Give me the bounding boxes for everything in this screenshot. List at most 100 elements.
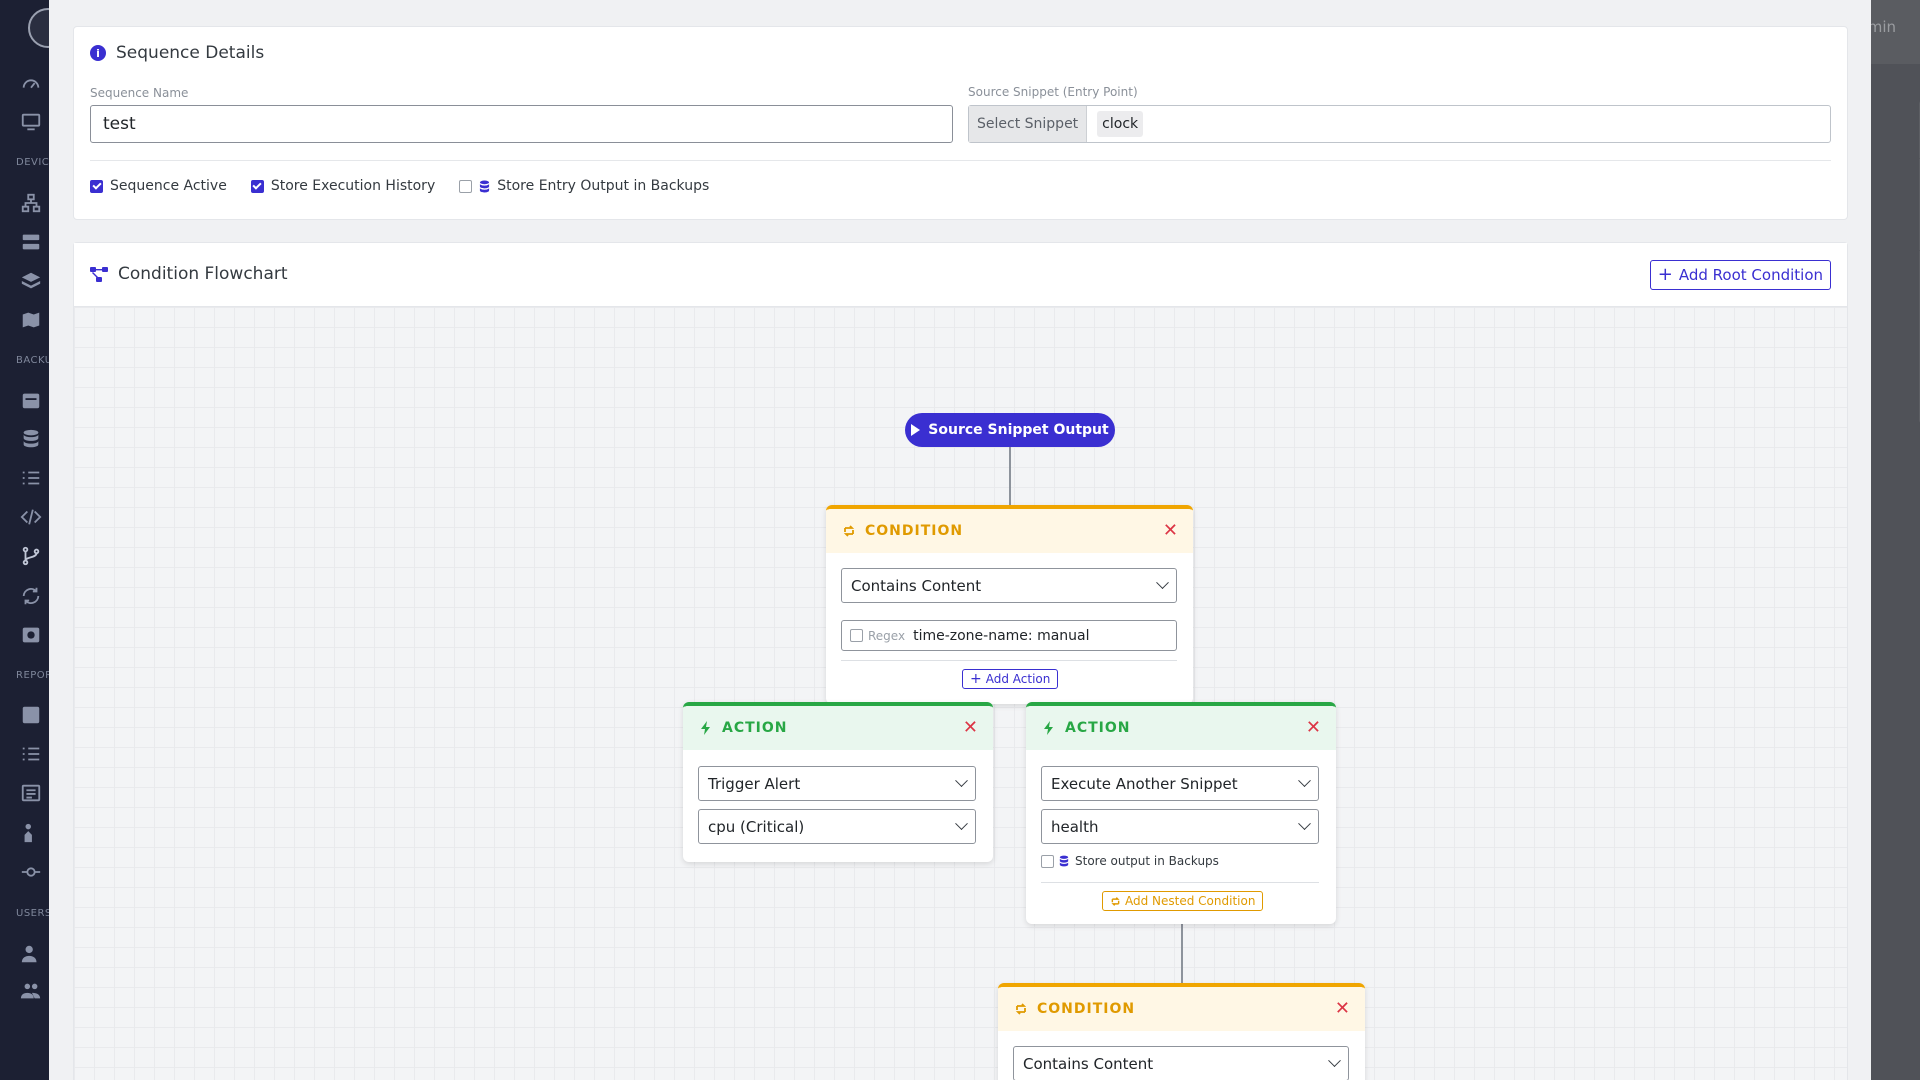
commit-icon (20, 861, 42, 883)
chevron-down-icon (955, 774, 968, 788)
add-nested-condition-button[interactable]: Add Nested Condition (1102, 891, 1264, 911)
action-target-select[interactable]: health (1041, 809, 1319, 844)
sidebar-section-backups: BACKU (16, 355, 53, 366)
sequence-name-input[interactable]: test (90, 105, 953, 143)
database-icon (1059, 855, 1070, 868)
map-icon (20, 309, 42, 331)
source-snippet-label: Source Snippet (Entry Point) (968, 85, 1138, 99)
condition-value-input[interactable]: Regex time-zone-name: manual (841, 620, 1177, 651)
chevron-down-icon (1298, 774, 1311, 788)
details-divider (90, 160, 1831, 161)
action-node: ACTION ✕ Trigger Alert cpu (Critical) (683, 702, 993, 862)
sequence-name-label: Sequence Name (90, 86, 189, 100)
node-divider (841, 660, 1177, 661)
store-output-label: Store output in Backups (1075, 854, 1219, 868)
bolt-icon (1042, 721, 1056, 735)
regex-label: Regex (868, 628, 906, 643)
action-node: ACTION ✕ Execute Another Snippet health … (1026, 702, 1336, 924)
log-icon (20, 782, 42, 804)
sidebar-section-devices: DEVIC (16, 157, 50, 168)
chevron-down-icon (955, 817, 968, 831)
flowchart-title-group: Condition Flowchart (90, 264, 288, 284)
sidebar-section-users: USERS (16, 908, 52, 919)
add-action-button[interactable]: + Add Action (962, 669, 1059, 689)
sequence-active-label: Sequence Active (110, 178, 227, 194)
sync-icon (20, 585, 42, 607)
code-icon (20, 506, 42, 528)
source-snippet-field[interactable]: Select Snippet clock (968, 105, 1831, 143)
connector-line (1181, 923, 1183, 983)
flowchart-icon (90, 266, 108, 282)
flowchart-title: Condition Flowchart (118, 264, 288, 284)
bolt-icon (699, 721, 713, 735)
list-check-icon (20, 467, 42, 489)
sequence-details-title: Sequence Details (116, 43, 265, 63)
add-action-label: Add Action (985, 672, 1051, 686)
report-icon (20, 704, 42, 726)
condition-icon (842, 524, 856, 538)
store-entry-output-checkbox[interactable] (459, 179, 473, 193)
connector-line (1009, 447, 1011, 505)
action-type-select[interactable]: Execute Another Snippet (1041, 766, 1319, 801)
condition-type-select[interactable]: Contains Content (1013, 1046, 1349, 1080)
action-type-value: Trigger Alert (708, 774, 801, 793)
condition-node: CONDITION ✕ Contains Content Regex time-… (826, 505, 1193, 704)
sidebar-section-reports: REPOR (16, 670, 53, 681)
action-node-title: ACTION (722, 720, 788, 736)
database-icon (479, 180, 490, 193)
condition-node: CONDITION ✕ Contains Content (998, 983, 1365, 1080)
store-entry-output-option[interactable]: Store Entry Output in Backups (459, 178, 709, 194)
sequence-details-header: i Sequence Details (90, 43, 264, 63)
database-icon (20, 428, 42, 450)
condition-icon (1110, 896, 1121, 907)
camera-icon (20, 624, 42, 646)
action-target-select[interactable]: cpu (Critical) (698, 809, 976, 844)
sequence-active-checkbox[interactable] (90, 179, 103, 193)
store-history-label: Store Execution History (270, 178, 436, 194)
condition-type-select[interactable]: Contains Content (841, 568, 1177, 603)
condition-icon (1014, 1002, 1028, 1016)
layers-icon (20, 270, 42, 292)
flowchart-canvas[interactable]: Source Snippet Output CONDITION ✕ Contai… (74, 307, 1847, 1080)
action-target-value: cpu (Critical) (708, 817, 805, 836)
store-output-option[interactable]: Store output in Backups (1041, 854, 1219, 868)
condition-flowchart-card: Condition Flowchart + Add Root Condition… (73, 242, 1848, 1080)
close-icon[interactable]: ✕ (1335, 1000, 1351, 1018)
node-divider (1041, 882, 1319, 883)
chevron-down-icon (1298, 817, 1311, 831)
background-sidebar: DEVIC BACKU REPOR USERS (0, 0, 68, 1080)
condition-type-value: Contains Content (1023, 1054, 1154, 1073)
action-node-header: ACTION ✕ (1026, 706, 1336, 750)
select-snippet-button[interactable]: Select Snippet (969, 106, 1088, 142)
user-menu[interactable]: min (1868, 18, 1896, 36)
condition-node-header: CONDITION ✕ (826, 509, 1193, 553)
action-node-header: ACTION ✕ (683, 706, 993, 750)
action-type-select[interactable]: Trigger Alert (698, 766, 976, 801)
store-history-option[interactable]: Store Execution History (250, 178, 436, 194)
close-icon[interactable]: ✕ (1306, 719, 1322, 737)
selected-snippet-chip[interactable]: clock (1097, 111, 1144, 137)
condition-node-header: CONDITION ✕ (998, 987, 1365, 1031)
condition-value: time-zone-name: manual (913, 627, 1090, 644)
source-snippet-output-node[interactable]: Source Snippet Output (905, 413, 1115, 447)
chevron-down-icon (1328, 1054, 1341, 1068)
dashboard-icon (20, 73, 42, 95)
sequence-options: Sequence Active Store Execution History … (90, 178, 709, 194)
store-output-checkbox[interactable] (1041, 854, 1054, 868)
add-root-condition-button[interactable]: + Add Root Condition (1649, 260, 1831, 290)
action-node-title: ACTION (1065, 720, 1131, 736)
user-settings-icon (20, 943, 42, 965)
sequence-active-option[interactable]: Sequence Active (90, 178, 227, 194)
add-nested-condition-label: Add Nested Condition (1125, 894, 1256, 908)
close-icon[interactable]: ✕ (963, 719, 979, 737)
regex-checkbox[interactable] (850, 629, 863, 642)
tasks-icon (20, 743, 42, 765)
store-history-checkbox[interactable] (250, 179, 264, 193)
store-entry-output-label: Store Entry Output in Backups (497, 178, 710, 194)
users-icon (20, 980, 42, 1002)
info-icon: i (90, 45, 106, 61)
condition-node-title: CONDITION (1037, 1001, 1136, 1017)
branch-icon (20, 545, 42, 567)
close-icon[interactable]: ✕ (1163, 522, 1179, 540)
sequence-details-card: i Sequence Details Sequence Name test So… (73, 26, 1848, 220)
